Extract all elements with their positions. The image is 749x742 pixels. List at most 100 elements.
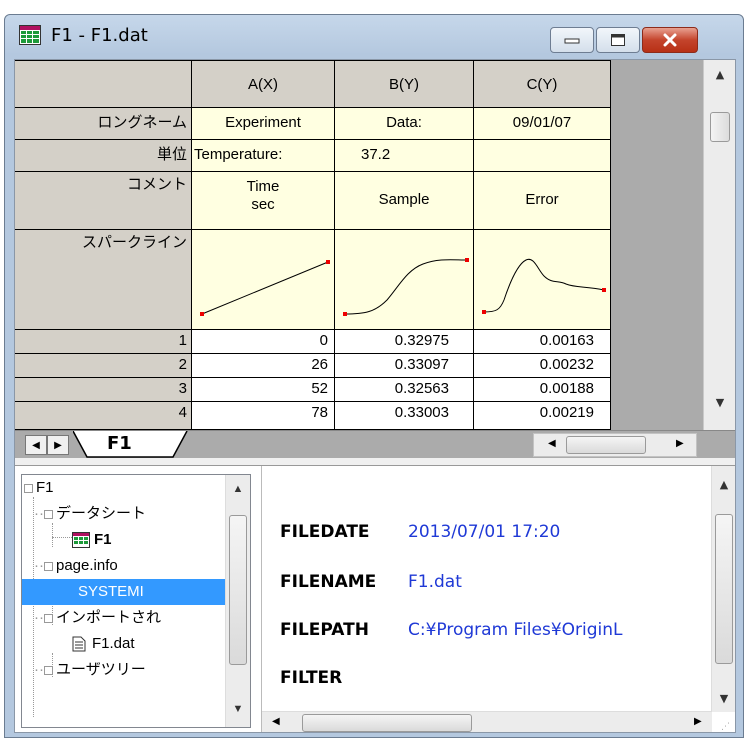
data-cell[interactable]: 0.33003: [335, 402, 474, 430]
scroll-right-icon[interactable]: ▶: [694, 716, 702, 727]
info-pane: FILEDATE 2013/07/01 17:20 FILENAME F1.dat …: [261, 466, 735, 732]
minimize-button[interactable]: [550, 27, 594, 53]
organizer-tree: F1 ·· データシート F1 ·· page.info SYSTEMI ·· インポ…: [21, 474, 251, 728]
tree-node-import[interactable]: ·· インポートされ: [34, 605, 161, 631]
data-cell[interactable]: 52: [192, 378, 335, 402]
units-cell-a[interactable]: Temperature:: [192, 140, 335, 172]
row-header-3[interactable]: 3: [15, 378, 192, 402]
worksheet-grid: A(X) B(Y) C(Y) ロングネーム Experiment Data: 0…: [15, 60, 611, 430]
tree-node-root[interactable]: F1: [24, 475, 54, 501]
scroll-down-icon[interactable]: ▼: [704, 390, 735, 414]
tree-node-page-info[interactable]: ·· page.info: [34, 553, 118, 579]
close-button[interactable]: [642, 27, 698, 53]
data-cell[interactable]: 0.00163: [474, 330, 611, 354]
row-header-units[interactable]: 単位: [15, 140, 192, 172]
data-cell[interactable]: 26: [192, 354, 335, 378]
maximize-icon: [597, 28, 639, 52]
scroll-right-icon[interactable]: ▶: [676, 438, 684, 449]
row-header-4[interactable]: 4: [15, 402, 192, 430]
sparkline-c: [482, 258, 606, 314]
worksheet-window: F1 - F1.dat A(X) B(Y) C(Y) ロングネーム Experi…: [4, 14, 744, 738]
tree-scroll-thumb[interactable]: [229, 515, 247, 665]
tree-expand-icon[interactable]: [44, 561, 53, 571]
grid-horizontal-scrollbar[interactable]: ◀ ▶: [533, 433, 697, 457]
tree-node-user-tree[interactable]: ·· ユーザツリー: [34, 657, 146, 683]
maximize-button[interactable]: [596, 27, 640, 53]
info-scroll-thumb[interactable]: [715, 514, 733, 664]
info-row-filepath[interactable]: FILEPATH C:¥Program Files¥OriginL: [280, 620, 623, 640]
scroll-up-icon[interactable]: ▲: [712, 472, 735, 496]
pane-splitter[interactable]: [15, 458, 735, 466]
comment-a-line-1: Time: [246, 178, 280, 195]
grid-vertical-scrollbar[interactable]: ▲ ▼: [703, 60, 735, 430]
info-row-filedate[interactable]: FILEDATE 2013/07/01 17:20: [280, 522, 560, 542]
sparkline-cell-b[interactable]: [335, 230, 474, 330]
column-header-c[interactable]: C(Y): [474, 60, 611, 108]
document-icon: [72, 636, 86, 652]
info-vertical-scrollbar[interactable]: ▲ ▼: [711, 466, 735, 712]
scroll-down-icon[interactable]: ▼: [226, 697, 250, 721]
data-cell[interactable]: 0.00188: [474, 378, 611, 402]
sheet-tab-bar: ◀ ▶ F1 ◀ ▶: [15, 430, 735, 458]
row-header-long-name[interactable]: ロングネーム: [15, 108, 192, 140]
scroll-up-icon[interactable]: ▲: [704, 62, 735, 86]
window-client: A(X) B(Y) C(Y) ロングネーム Experiment Data: 0…: [14, 59, 736, 733]
scroll-up-icon[interactable]: ▲: [226, 477, 250, 501]
worksheet-icon: [72, 532, 90, 549]
info-horizontal-scrollbar[interactable]: ◀ ▶: [262, 711, 712, 732]
tree-expand-icon[interactable]: [44, 509, 53, 519]
worksheet-icon: [19, 25, 41, 45]
comment-cell-a[interactable]: Time sec: [192, 172, 335, 230]
units-cell-b[interactable]: 37.2: [335, 140, 474, 172]
sparkline-b: [343, 258, 469, 316]
scroll-down-icon[interactable]: ▼: [712, 686, 735, 710]
sheet-tab-shape: [73, 431, 188, 458]
info-row-filename[interactable]: FILENAME F1.dat: [280, 572, 462, 592]
column-header-a[interactable]: A(X): [192, 60, 335, 108]
sheet-tab-f1[interactable]: F1: [107, 433, 132, 454]
tree-expand-icon[interactable]: [24, 483, 33, 493]
long-name-cell-c[interactable]: 09/01/07: [474, 108, 611, 140]
tab-next-icon[interactable]: ▶: [47, 435, 69, 455]
tree-guide: [52, 537, 74, 538]
data-cell[interactable]: 0.32563: [335, 378, 474, 402]
corner-cell[interactable]: [15, 60, 192, 108]
minimize-icon: [551, 28, 593, 52]
resize-grip-icon[interactable]: ⋰: [721, 722, 730, 732]
comment-cell-c[interactable]: Error: [474, 172, 611, 230]
sparkline-cell-c[interactable]: [474, 230, 611, 330]
row-header-sparklines[interactable]: スパークライン: [15, 230, 192, 330]
data-cell[interactable]: 0.00232: [474, 354, 611, 378]
scroll-left-icon[interactable]: ◀: [272, 716, 280, 727]
empty-column-area: [611, 60, 703, 430]
row-header-comments[interactable]: コメント: [15, 172, 192, 230]
info-row-filter[interactable]: FILTER: [280, 668, 408, 688]
row-header-2[interactable]: 2: [15, 354, 192, 378]
data-cell[interactable]: 0.33097: [335, 354, 474, 378]
data-cell[interactable]: 0.00219: [474, 402, 611, 430]
grid-hscroll-thumb[interactable]: [566, 436, 646, 454]
long-name-cell-b[interactable]: Data:: [335, 108, 474, 140]
info-hscroll-thumb[interactable]: [302, 714, 472, 732]
row-header-1[interactable]: 1: [15, 330, 192, 354]
data-cell[interactable]: 78: [192, 402, 335, 430]
grid-scroll-thumb[interactable]: [710, 112, 730, 142]
data-cell[interactable]: 0: [192, 330, 335, 354]
tree-node-sheet-f1[interactable]: F1: [72, 527, 112, 553]
tree-expand-icon[interactable]: [44, 613, 53, 623]
title-bar[interactable]: F1 - F1.dat: [5, 15, 743, 57]
tree-vertical-scrollbar[interactable]: ▲ ▼: [225, 475, 250, 727]
tree-node-system-info[interactable]: SYSTEMI: [22, 579, 228, 605]
tree-expand-icon[interactable]: [44, 665, 53, 675]
long-name-cell-a[interactable]: Experiment: [192, 108, 335, 140]
tab-prev-icon[interactable]: ◀: [25, 435, 47, 455]
scroll-left-icon[interactable]: ◀: [548, 438, 556, 449]
close-icon: [643, 28, 697, 52]
tree-node-datasheet[interactable]: ·· データシート: [34, 501, 146, 527]
comment-cell-b[interactable]: Sample: [335, 172, 474, 230]
data-cell[interactable]: 0.32975: [335, 330, 474, 354]
units-cell-c[interactable]: [474, 140, 611, 172]
tree-node-import-file[interactable]: F1.dat: [72, 631, 135, 657]
column-header-b[interactable]: B(Y): [335, 60, 474, 108]
sparkline-cell-a[interactable]: [192, 230, 335, 330]
